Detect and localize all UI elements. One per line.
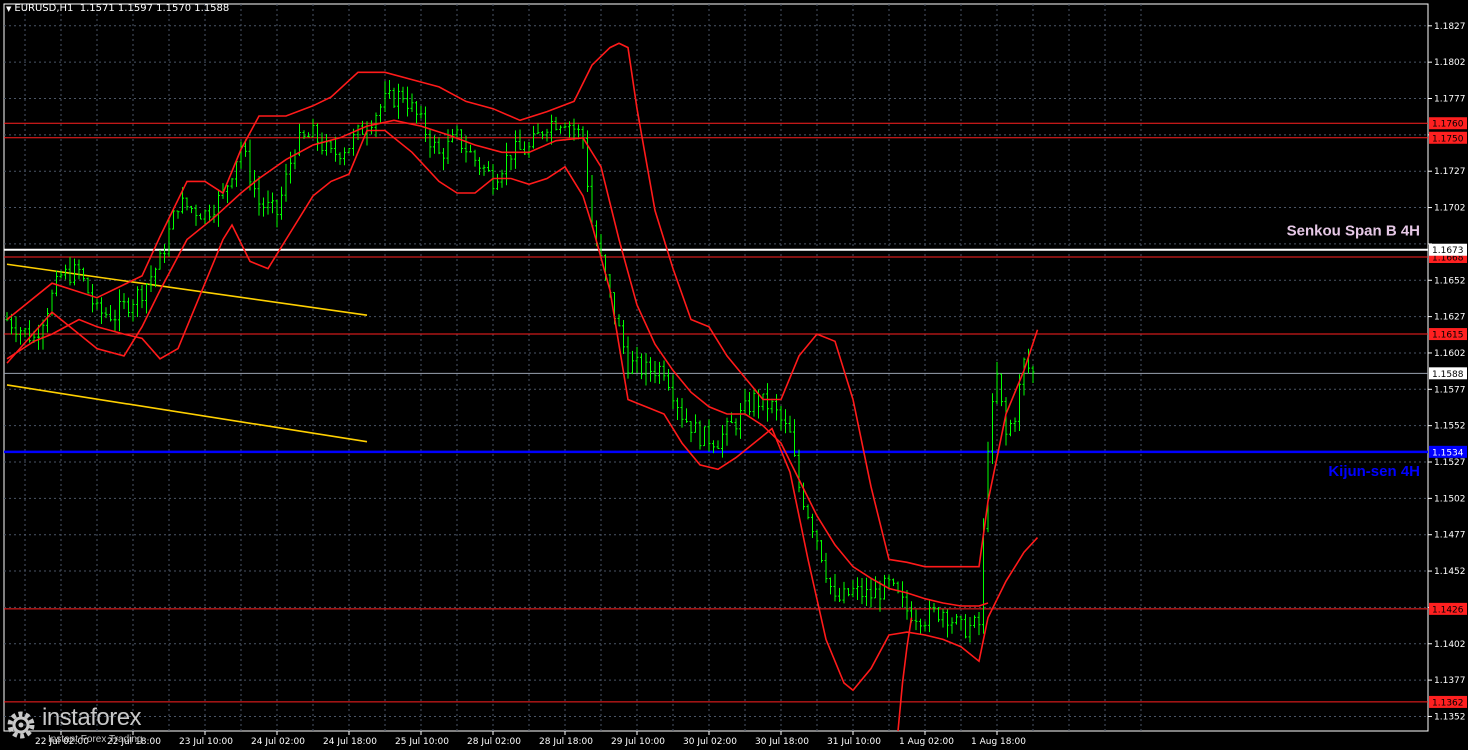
y-tick-label: 1.1827 bbox=[1434, 22, 1466, 32]
collapse-triangle-icon[interactable]: ▼ bbox=[6, 5, 11, 13]
chart-header: ▼ EURUSD,H1 1.1571 1.1597 1.1570 1.1588 bbox=[6, 3, 229, 14]
y-tick-label: 1.1452 bbox=[1434, 567, 1466, 577]
x-tick-label: 24 Jul 02:00 bbox=[251, 737, 305, 747]
y-tick-label: 1.1352 bbox=[1434, 712, 1466, 722]
x-tick-label: 30 Jul 18:00 bbox=[755, 737, 809, 747]
gear-icon bbox=[7, 711, 35, 739]
level-price-tag: 1.1362 bbox=[1432, 698, 1464, 708]
price-chart[interactable]: 1.1352 1.1377 1.1402 1.1452 1.1477 1.1502 1.15… bbox=[0, 0, 1468, 750]
y-tick-label: 1.1602 bbox=[1434, 349, 1466, 359]
brand-tagline: Instant Forex Trading bbox=[48, 734, 143, 745]
x-tick-label: 1 Aug 18:00 bbox=[971, 737, 1026, 747]
brand-name: instaforex bbox=[42, 704, 142, 731]
x-tick-label: 23 Jul 10:00 bbox=[179, 737, 233, 747]
y-tick-label: 1.1402 bbox=[1434, 640, 1466, 650]
y-tick-label: 1.1652 bbox=[1434, 276, 1466, 286]
x-tick-label: 28 Jul 18:00 bbox=[539, 737, 593, 747]
y-tick-label: 1.1777 bbox=[1434, 95, 1466, 105]
y-tick-label: 1.1727 bbox=[1434, 167, 1466, 177]
level-price-tag: 1.1760 bbox=[1432, 120, 1464, 130]
level-price-tag: 1.1615 bbox=[1432, 331, 1464, 341]
senkou-price-tag: 1.1673 bbox=[1432, 246, 1464, 256]
x-tick-label: 29 Jul 10:00 bbox=[611, 737, 665, 747]
y-tick-label: 1.1377 bbox=[1434, 676, 1466, 686]
y-tick-label: 1.1552 bbox=[1434, 422, 1466, 432]
x-tick-label: 1 Aug 02:00 bbox=[899, 737, 954, 747]
x-tick-label: 30 Jul 02:00 bbox=[683, 737, 737, 747]
ohlc-readout: 1.1571 1.1597 1.1570 1.1588 bbox=[79, 3, 230, 14]
y-tick-label: 1.1527 bbox=[1434, 458, 1466, 468]
x-tick-label: 28 Jul 02:00 bbox=[467, 737, 521, 747]
y-tick-label: 1.1477 bbox=[1434, 531, 1466, 541]
current-price-tag: 1.1588 bbox=[1432, 370, 1464, 380]
y-tick-label: 1.1577 bbox=[1434, 385, 1466, 395]
level-price-tag: 1.1750 bbox=[1432, 134, 1464, 144]
senkou-span-b-label: Senkou Span B 4H bbox=[1287, 223, 1420, 240]
y-tick-label: 1.1502 bbox=[1434, 494, 1466, 504]
kijun-price-tag: 1.1534 bbox=[1432, 448, 1464, 458]
brand-logo: instaforex Instant Forex Trading bbox=[4, 704, 184, 746]
y-tick-label: 1.1627 bbox=[1434, 313, 1466, 323]
x-tick-label: 31 Jul 10:00 bbox=[827, 737, 881, 747]
y-tick-label: 1.1802 bbox=[1434, 58, 1466, 68]
plot-frame bbox=[3, 3, 1429, 732]
x-tick-label: 24 Jul 18:00 bbox=[323, 737, 377, 747]
kijun-sen-label: Kijun-sen 4H bbox=[1328, 463, 1420, 480]
x-tick-label: 25 Jul 10:00 bbox=[395, 737, 449, 747]
symbol-label: EURUSD,H1 bbox=[14, 3, 74, 14]
level-price-tag: 1.1426 bbox=[1432, 605, 1464, 615]
y-tick-label: 1.1702 bbox=[1434, 204, 1466, 214]
